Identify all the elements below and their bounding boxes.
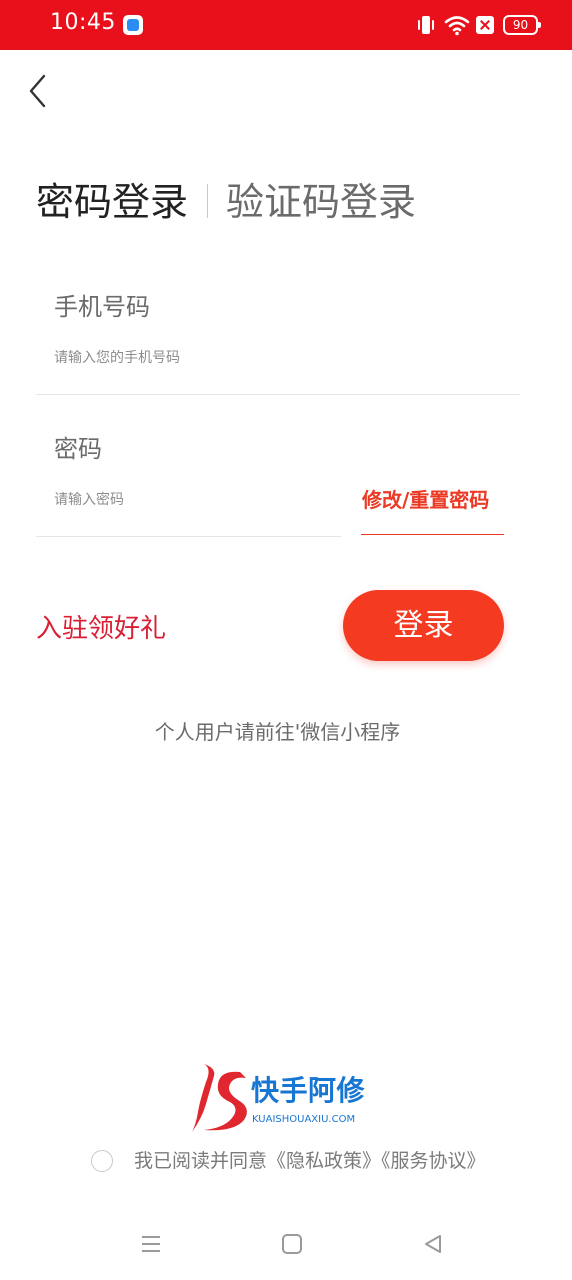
battery-level: 90 — [512, 18, 529, 32]
status-bar: 10:45 90 — [0, 0, 572, 50]
app-icon — [123, 15, 143, 35]
logo-name: 快手阿修 — [251, 1074, 366, 1107]
back-triangle-icon[interactable] — [422, 1233, 444, 1255]
login-button[interactable]: 登录 — [343, 590, 504, 661]
tab-code-login[interactable]: 验证码登录 — [226, 178, 416, 226]
phone-underline — [36, 394, 520, 395]
wifi-icon — [444, 16, 470, 36]
menu-icon[interactable] — [140, 1233, 162, 1255]
miniprogram-tip[interactable]: 个人用户请前往'微信小程序 — [0, 718, 555, 746]
phone-input[interactable] — [54, 346, 494, 370]
tab-divider — [207, 184, 208, 218]
sim-icon — [476, 16, 494, 34]
password-input[interactable] — [54, 488, 324, 512]
back-arrow-icon[interactable] — [24, 72, 52, 110]
home-icon[interactable] — [282, 1234, 302, 1254]
phone-label: 手机号码 — [54, 293, 150, 321]
agreement-text[interactable]: 我已阅读并同意《隐私政策》《服务协议》 — [134, 1148, 486, 1174]
reset-password-link[interactable]: 修改/重置密码 — [362, 486, 489, 514]
vibrate-icon — [418, 16, 434, 34]
battery-icon: 90 — [503, 15, 541, 35]
join-gift-link[interactable]: 入驻领好礼 — [36, 612, 166, 646]
agreement-checkbox[interactable] — [91, 1150, 113, 1172]
logo-domain: KUAISHOUAXIU.COM — [252, 1114, 356, 1125]
password-underline — [36, 536, 341, 537]
app-logo: 快手阿修 KUAISHOUAXIU.COM — [190, 1062, 390, 1134]
password-label: 密码 — [54, 435, 102, 463]
status-time: 10:45 — [50, 10, 116, 35]
reset-link-underline — [361, 534, 504, 535]
logo-mark-icon — [192, 1064, 247, 1132]
tab-password-login[interactable]: 密码登录 — [36, 178, 188, 226]
